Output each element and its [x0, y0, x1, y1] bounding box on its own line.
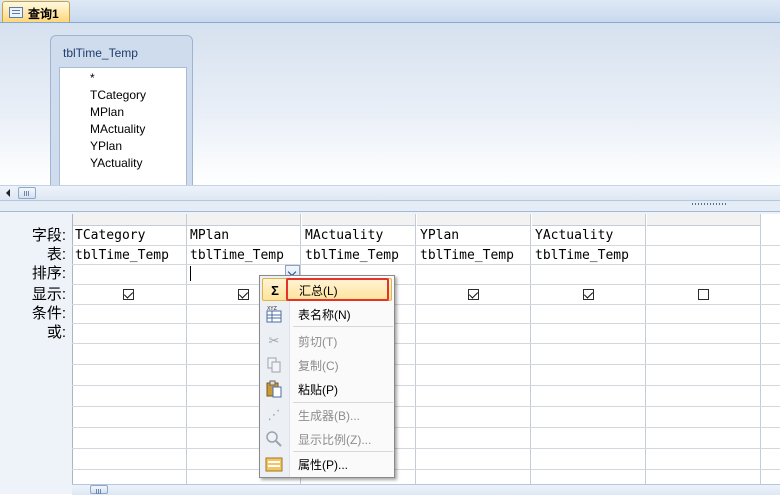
- menu-item-label: 生成器(B)...: [298, 409, 360, 423]
- row-label-show: 显示:: [31, 286, 66, 303]
- field-list-item[interactable]: YActuality: [90, 156, 142, 170]
- grid-cell-field[interactable]: MActuality: [305, 228, 383, 243]
- menu-item-properties[interactable]: 属性(P)...: [262, 452, 392, 475]
- grid-cell-table[interactable]: tblTime_Temp: [75, 248, 169, 263]
- grid-row-line: [72, 406, 780, 407]
- scroll-left-icon[interactable]: [2, 186, 16, 200]
- menu-separator: [293, 326, 393, 327]
- tab-query1[interactable]: 查询1: [2, 1, 70, 22]
- copy-icon: [265, 356, 283, 374]
- menu-item-cut[interactable]: ✂ 剪切(T): [262, 329, 392, 352]
- row-label-table: 表:: [46, 246, 66, 263]
- column-selector[interactable]: [302, 214, 415, 226]
- grid-row-line: [72, 427, 780, 428]
- text-caret: [190, 266, 191, 281]
- field-list-item[interactable]: *: [90, 71, 95, 85]
- show-checkbox[interactable]: [698, 289, 709, 300]
- table-pane-scrollbar[interactable]: [0, 185, 780, 201]
- grid-cell-field[interactable]: TCategory: [75, 228, 145, 243]
- field-list-item[interactable]: TCategory: [90, 88, 146, 102]
- grid-scrollbar[interactable]: [72, 484, 780, 495]
- grid-row-line: [72, 264, 780, 265]
- row-label-criteria: 条件:: [31, 305, 66, 322]
- properties-icon: [265, 455, 283, 473]
- grid-cell-field[interactable]: MPlan: [190, 228, 229, 243]
- grid-cell-table[interactable]: tblTime_Temp: [190, 248, 284, 263]
- menu-item-label: 剪切(T): [298, 335, 338, 349]
- column-selector[interactable]: [532, 214, 645, 226]
- field-list-item[interactable]: MPlan: [90, 105, 124, 119]
- table-names-icon: XYZ: [265, 305, 283, 323]
- tab-label: 查询1: [28, 7, 59, 21]
- menu-item-label: 属性(P)...: [298, 458, 348, 472]
- table-pane: tblTime_Temp * TCategory MPlan MActualit…: [0, 23, 780, 188]
- menu-item-copy[interactable]: 复制(C): [262, 353, 392, 376]
- scissors-icon: ✂: [268, 333, 280, 348]
- document-tab-strip: 查询1: [0, 0, 780, 23]
- field-list-title: tblTime_Temp: [63, 46, 138, 60]
- pane-splitter[interactable]: [0, 201, 780, 212]
- show-checkbox[interactable]: [123, 289, 134, 300]
- grid-row-line: [72, 364, 780, 365]
- menu-item-zoom[interactable]: 显示比例(Z)...: [262, 427, 392, 450]
- menu-item-builder[interactable]: ⋰ 生成器(B)...: [262, 403, 392, 426]
- zoom-icon: [265, 430, 283, 448]
- row-label-or: 或:: [46, 324, 66, 341]
- grid-column-6[interactable]: [647, 214, 761, 484]
- grid-cell-table[interactable]: tblTime_Temp: [305, 248, 399, 263]
- row-label-field: 字段:: [31, 227, 66, 244]
- field-list: * TCategory MPlan MActuality YPlan YActu…: [59, 67, 187, 188]
- svg-text:XYZ: XYZ: [267, 306, 277, 312]
- grid-row-line: [72, 448, 780, 449]
- grid-cell-field[interactable]: YPlan: [420, 228, 459, 243]
- scroll-thumb[interactable]: [18, 187, 36, 199]
- menu-item-label: 复制(C): [298, 359, 339, 373]
- row-label-sort: 排序:: [31, 265, 66, 282]
- grid-cell-table[interactable]: tblTime_Temp: [535, 248, 629, 263]
- grid-row-line: [72, 385, 780, 386]
- menu-item-label: 显示比例(Z)...: [298, 433, 372, 447]
- grid-row-line: [72, 304, 780, 305]
- grid-cell-table[interactable]: tblTime_Temp: [420, 248, 514, 263]
- menu-item-paste[interactable]: 粘贴(P): [262, 377, 392, 400]
- column-selector[interactable]: [187, 214, 300, 226]
- sigma-icon: Σ: [271, 283, 279, 298]
- grid-row-line: [72, 343, 780, 344]
- menu-item-label: 表名称(N): [298, 308, 351, 322]
- grid-row-line: [72, 323, 780, 324]
- column-selector[interactable]: [73, 214, 186, 226]
- builder-wand-icon: ⋰: [267, 407, 281, 422]
- field-list-item[interactable]: MActuality: [90, 122, 145, 136]
- show-checkbox[interactable]: [583, 289, 594, 300]
- column-selector[interactable]: [647, 214, 760, 226]
- field-list-tblTime_Temp[interactable]: tblTime_Temp * TCategory MPlan MActualit…: [50, 35, 193, 188]
- paste-icon: [265, 380, 283, 398]
- grid-row-line: [72, 245, 780, 246]
- context-menu: Σ 汇总(L) XYZ 表名称(N) ✂ 剪切(T) 复制(C) 粘贴(P) ⋰…: [259, 275, 395, 478]
- column-selector[interactable]: [417, 214, 530, 226]
- grid-cell-field[interactable]: YActuality: [535, 228, 613, 243]
- scroll-thumb[interactable]: [90, 485, 108, 494]
- show-checkbox[interactable]: [468, 289, 479, 300]
- menu-item-table-names[interactable]: XYZ 表名称(N): [262, 302, 392, 325]
- highlight-annotation-box: [286, 278, 389, 301]
- grid-row-line: [72, 284, 780, 285]
- show-checkbox[interactable]: [238, 289, 249, 300]
- grid-row-line: [72, 469, 780, 470]
- query-icon: [9, 7, 23, 18]
- menu-item-label: 粘贴(P): [298, 383, 338, 397]
- splitter-grip-icon[interactable]: [692, 203, 726, 205]
- field-list-item[interactable]: YPlan: [90, 139, 122, 153]
